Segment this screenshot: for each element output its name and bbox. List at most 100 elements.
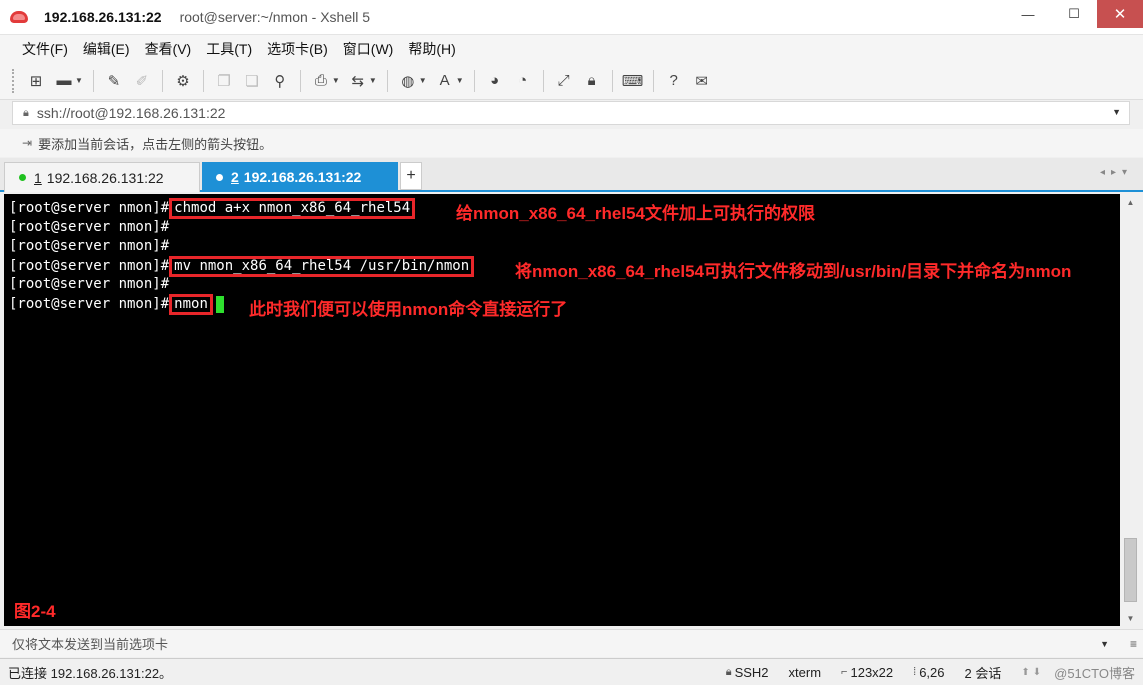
connected-dot-icon	[216, 173, 223, 181]
address-dropdown-icon[interactable]: ▼	[1112, 107, 1121, 117]
open-folder-dropdown-icon[interactable]: ▼	[75, 76, 83, 85]
figure-label: 图2-4	[14, 602, 56, 621]
highlighted-command: chmod a+x nmon_x86_64_rhel54	[169, 198, 416, 219]
new-session-icon[interactable]: ⊞	[25, 70, 47, 92]
address-bar[interactable]: 🔒︎ ssh://root@192.168.26.131:22 ▼	[12, 101, 1130, 125]
transfer-dropdown-icon[interactable]: ▼	[369, 76, 377, 85]
title-bar: 192.168.26.131:22 root@server:~/nmon - X…	[0, 0, 1143, 34]
scroll-down-icon[interactable]: ▼	[1121, 610, 1140, 626]
annotation-chmod: 给nmon_x86_64_rhel54文件加上可执行的权限	[456, 204, 815, 223]
terminal-scrollbar[interactable]: ▲ ▼	[1121, 194, 1140, 626]
terminal-area[interactable]: [root@server nmon]# chmod a+x nmon_x86_64…	[4, 194, 1120, 626]
shell-prompt: [root@server nmon]#	[9, 296, 170, 312]
cursor-position-icon: ⁞	[913, 666, 917, 678]
terminal-line: [root@server nmon]#	[9, 218, 169, 237]
tab-label: 192.168.26.131:22	[243, 169, 362, 185]
tab-navigation[interactable]: ◂▸▾	[1100, 167, 1133, 178]
menu-help[interactable]: 帮助(H)	[408, 39, 455, 59]
cursor-position-status: 6,26	[919, 664, 945, 680]
window-controls: — ☐ ✕	[1005, 0, 1143, 28]
terminal-line: [root@server nmon]# nmon	[9, 294, 224, 315]
chat-icon[interactable]: ✉	[691, 70, 713, 92]
highlighted-command: nmon	[169, 294, 213, 315]
keyboard-icon[interactable]: ⌨	[622, 70, 644, 92]
hint-text: 要添加当前会话，点击左侧的箭头按钮。	[38, 136, 273, 152]
shell-prompt: [root@server nmon]#	[9, 238, 170, 254]
disconnect-icon[interactable]: ✐	[131, 70, 153, 92]
maximize-button[interactable]: ☐	[1051, 0, 1097, 28]
help-icon[interactable]: ?	[663, 70, 685, 92]
transfer-arrows-icon: ⬆⬇	[1021, 666, 1045, 678]
tab-bar: 1 192.168.26.131:22 2 192.168.26.131:22 …	[0, 158, 1143, 192]
toolbar-separator	[161, 69, 163, 92]
font-dropdown-icon[interactable]: ▼	[456, 76, 464, 85]
ssh-lock-icon: 🔒︎	[725, 665, 732, 678]
open-folder-icon[interactable]: ▬	[53, 70, 75, 92]
compose-dropdown-icon[interactable]: ▼	[1100, 639, 1109, 649]
close-button[interactable]: ✕	[1097, 0, 1143, 28]
compose-bar[interactable]: 仅将文本发送到当前选项卡 ▼ ≡	[0, 629, 1143, 657]
menu-tools[interactable]: 工具(T)	[206, 39, 252, 59]
toolbar-separator	[652, 69, 654, 92]
toolbar-separator	[202, 69, 204, 92]
globe-dropdown-icon[interactable]: ▼	[419, 76, 427, 85]
connection-status: 已连接 192.168.26.131:22。	[8, 665, 173, 681]
tab-session-1[interactable]: 1 192.168.26.131:22	[4, 162, 200, 192]
menu-file[interactable]: 文件(F)	[22, 39, 68, 59]
toolbar-grip[interactable]	[12, 68, 16, 93]
toolbar-separator	[92, 69, 94, 92]
terminal-size-status: 123x22	[850, 664, 894, 680]
copy-icon[interactable]: ❐	[213, 70, 235, 92]
session-hint-bar: ⇥ 要添加当前会话，点击左侧的箭头按钮。	[0, 129, 1143, 157]
status-bar: 已连接 192.168.26.131:22。 🔒︎ SSH2 xterm ⌐ 1…	[0, 658, 1143, 685]
toolbar-separator	[473, 69, 475, 92]
shell-prompt: [root@server nmon]#	[9, 219, 170, 235]
tab-number: 1	[34, 169, 42, 186]
globe-icon[interactable]: ◍	[397, 70, 419, 92]
add-tab-button[interactable]: +	[400, 162, 422, 190]
toolbar: ⊞ ▬ ▼ ✎ ✐ ⚙ ❐ ❏ ⚲ ⎙ ▼ ⇆ ▼ ◍ ▼ A ▼ ◕ ◔ ⤢ 🔒︎ ⌨ …	[0, 62, 1143, 100]
font-icon[interactable]: A	[434, 70, 456, 92]
lock-icon[interactable]: 🔒︎	[581, 70, 603, 92]
print-icon[interactable]: ⎙	[310, 70, 332, 92]
minimize-button[interactable]: —	[1005, 0, 1051, 28]
annotation-mv: 将nmon_x86_64_rhel54可执行文件移动到/usr/bin/目录下并…	[515, 262, 1072, 281]
compose-input[interactable]: 仅将文本发送到当前选项卡	[12, 634, 168, 653]
toolbar-separator	[386, 69, 388, 92]
scroll-up-icon[interactable]: ▲	[1121, 194, 1140, 210]
watermark: @51CTO博客	[1054, 665, 1135, 681]
print-dropdown-icon[interactable]: ▼	[332, 76, 340, 85]
resize-icon: ⌐	[841, 666, 848, 678]
session-properties-icon[interactable]: ⚙	[172, 70, 194, 92]
menu-view[interactable]: 查看(V)	[145, 39, 192, 59]
toolbar-separator	[611, 69, 613, 92]
highlighted-command: mv nmon_x86_64_rhel54 /usr/bin/nmon	[169, 256, 475, 277]
annotation-nmon: 此时我们便可以使用nmon命令直接运行了	[249, 300, 568, 319]
session-count-status: 2 会话	[964, 665, 1002, 681]
terminal-line: [root@server nmon]#	[9, 237, 169, 256]
compose-menu-icon[interactable]: ≡	[1130, 637, 1137, 651]
tab-label: 192.168.26.131:22	[46, 169, 164, 186]
terminal-line: [root@server nmon]#	[9, 275, 169, 294]
window-title-host: 192.168.26.131:22	[44, 9, 162, 25]
transfer-icon[interactable]: ⇆	[347, 70, 369, 92]
paste-icon[interactable]: ❏	[241, 70, 263, 92]
terminal-type-status: xterm	[788, 664, 822, 680]
scrollbar-thumb[interactable]	[1124, 538, 1137, 602]
arrow-bookmark-icon[interactable]: ⇥	[22, 136, 32, 150]
tab-session-2[interactable]: 2 192.168.26.131:22	[202, 162, 398, 192]
padlock-icon: 🔒︎	[23, 106, 29, 119]
menu-edit[interactable]: 编辑(E)	[83, 39, 130, 59]
reconnect-icon[interactable]: ✎	[103, 70, 125, 92]
xftp-icon[interactable]: ◕	[484, 70, 506, 92]
connected-dot-icon	[19, 174, 26, 181]
shell-prompt: [root@server nmon]#	[9, 276, 170, 292]
menu-tabs[interactable]: 选项卡(B)	[267, 39, 328, 59]
address-input[interactable]: ssh://root@192.168.26.131:22	[37, 105, 226, 121]
terminal-line: [root@server nmon]# chmod a+x nmon_x86_64…	[9, 198, 416, 219]
find-icon[interactable]: ⚲	[269, 70, 291, 92]
fullscreen-icon[interactable]: ⤢	[553, 70, 575, 92]
xmanager-icon[interactable]: ◔	[512, 70, 534, 92]
menu-window[interactable]: 窗口(W)	[343, 39, 394, 59]
shell-prompt: [root@server nmon]#	[9, 258, 170, 274]
